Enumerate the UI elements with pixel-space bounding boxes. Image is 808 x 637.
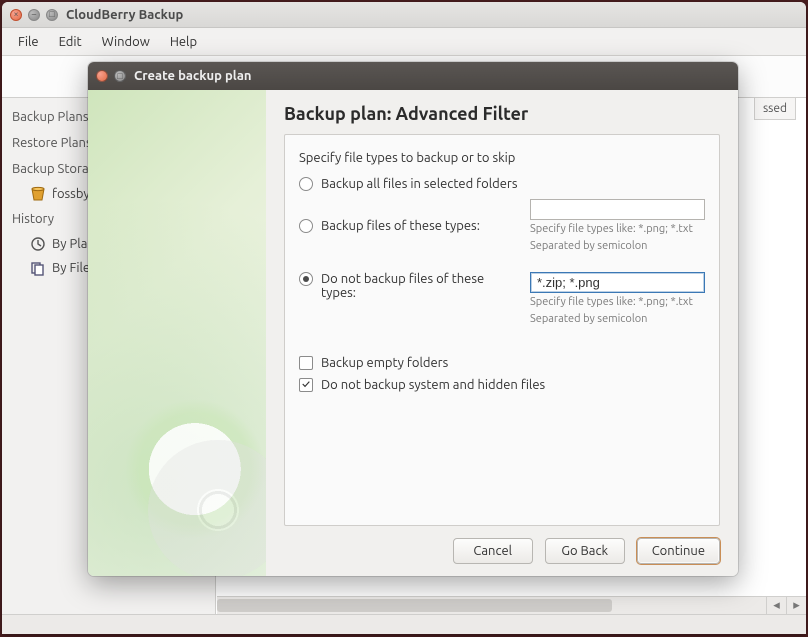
radio-icon[interactable] xyxy=(299,177,313,191)
check-skip-system-label: Do not backup system and hidden files xyxy=(321,378,545,392)
dialog-heading: Backup plan: Advanced Filter xyxy=(284,104,720,124)
go-back-button[interactable]: Go Back xyxy=(545,538,625,564)
option-exclude-types[interactable]: Do not backup files of these types: Spec… xyxy=(299,272,705,327)
check-backup-empty-label: Backup empty folders xyxy=(321,356,448,370)
exclude-types-input[interactable] xyxy=(530,272,705,293)
continue-button[interactable]: Continue xyxy=(637,538,720,564)
menu-help[interactable]: Help xyxy=(160,31,207,53)
clock-icon xyxy=(30,236,46,252)
include-hint-1: Specify file types like: *.png; *.txt xyxy=(530,222,705,237)
option-include-label: Backup files of these types: xyxy=(321,219,480,233)
status-bar xyxy=(2,614,806,634)
dialog-panel: Specify file types to backup or to skip … xyxy=(284,134,720,526)
dialog-title-bar: □ Create backup plan xyxy=(88,62,738,90)
scroll-thumb[interactable] xyxy=(217,599,612,612)
main-minimize-icon[interactable]: – xyxy=(28,9,40,21)
option-include-types[interactable]: Backup files of these types: Specify fil… xyxy=(299,199,705,254)
include-hint-2: Separated by semicolon xyxy=(530,239,705,254)
radio-icon[interactable] xyxy=(299,219,313,233)
checkbox-icon[interactable] xyxy=(299,378,313,392)
scroll-track[interactable] xyxy=(217,597,766,614)
main-title: CloudBerry Backup xyxy=(66,8,183,22)
dialog-buttons: Cancel Go Back Continue xyxy=(284,526,720,564)
option-exclude-label: Do not backup files of these types: xyxy=(321,272,522,300)
dialog-maximize-icon[interactable]: □ xyxy=(114,70,126,82)
dialog-close-icon[interactable] xyxy=(96,70,108,82)
option-backup-all[interactable]: Backup all files in selected folders xyxy=(299,177,705,191)
menu-edit[interactable]: Edit xyxy=(49,31,92,53)
scroll-left-icon[interactable]: ◂ xyxy=(766,597,786,614)
cancel-button[interactable]: Cancel xyxy=(453,538,533,564)
column-header[interactable]: ssed xyxy=(754,98,796,120)
dialog-title: Create backup plan xyxy=(134,69,252,83)
option-backup-all-label: Backup all files in selected folders xyxy=(321,177,517,191)
scroll-right-icon[interactable]: ▸ xyxy=(786,597,806,614)
main-close-icon[interactable]: × xyxy=(10,9,22,21)
main-maximize-icon[interactable]: □ xyxy=(46,9,58,21)
bucket-icon xyxy=(30,186,46,202)
menu-window[interactable]: Window xyxy=(92,31,160,53)
disc-icon xyxy=(135,427,266,576)
exclude-hint-2: Separated by semicolon xyxy=(530,312,705,327)
menu-file[interactable]: File xyxy=(8,31,49,53)
files-icon xyxy=(30,260,46,276)
check-skip-system[interactable]: Do not backup system and hidden files xyxy=(299,378,705,392)
horizontal-scrollbar[interactable]: ◂ ▸ xyxy=(217,596,806,614)
include-types-input[interactable] xyxy=(530,199,705,220)
main-title-bar: × – □ CloudBerry Backup xyxy=(2,2,806,28)
check-backup-empty[interactable]: Backup empty folders xyxy=(299,356,705,370)
dialog-lead: Specify file types to backup or to skip xyxy=(299,151,705,165)
menu-bar: File Edit Window Help xyxy=(2,28,806,56)
checkbox-icon[interactable] xyxy=(299,356,313,370)
dialog-create-backup-plan: □ Create backup plan Backup plan: Advanc… xyxy=(88,62,738,576)
exclude-hint-1: Specify file types like: *.png; *.txt xyxy=(530,295,705,310)
dialog-sidebar-graphic xyxy=(88,90,266,576)
radio-icon[interactable] xyxy=(299,272,313,286)
